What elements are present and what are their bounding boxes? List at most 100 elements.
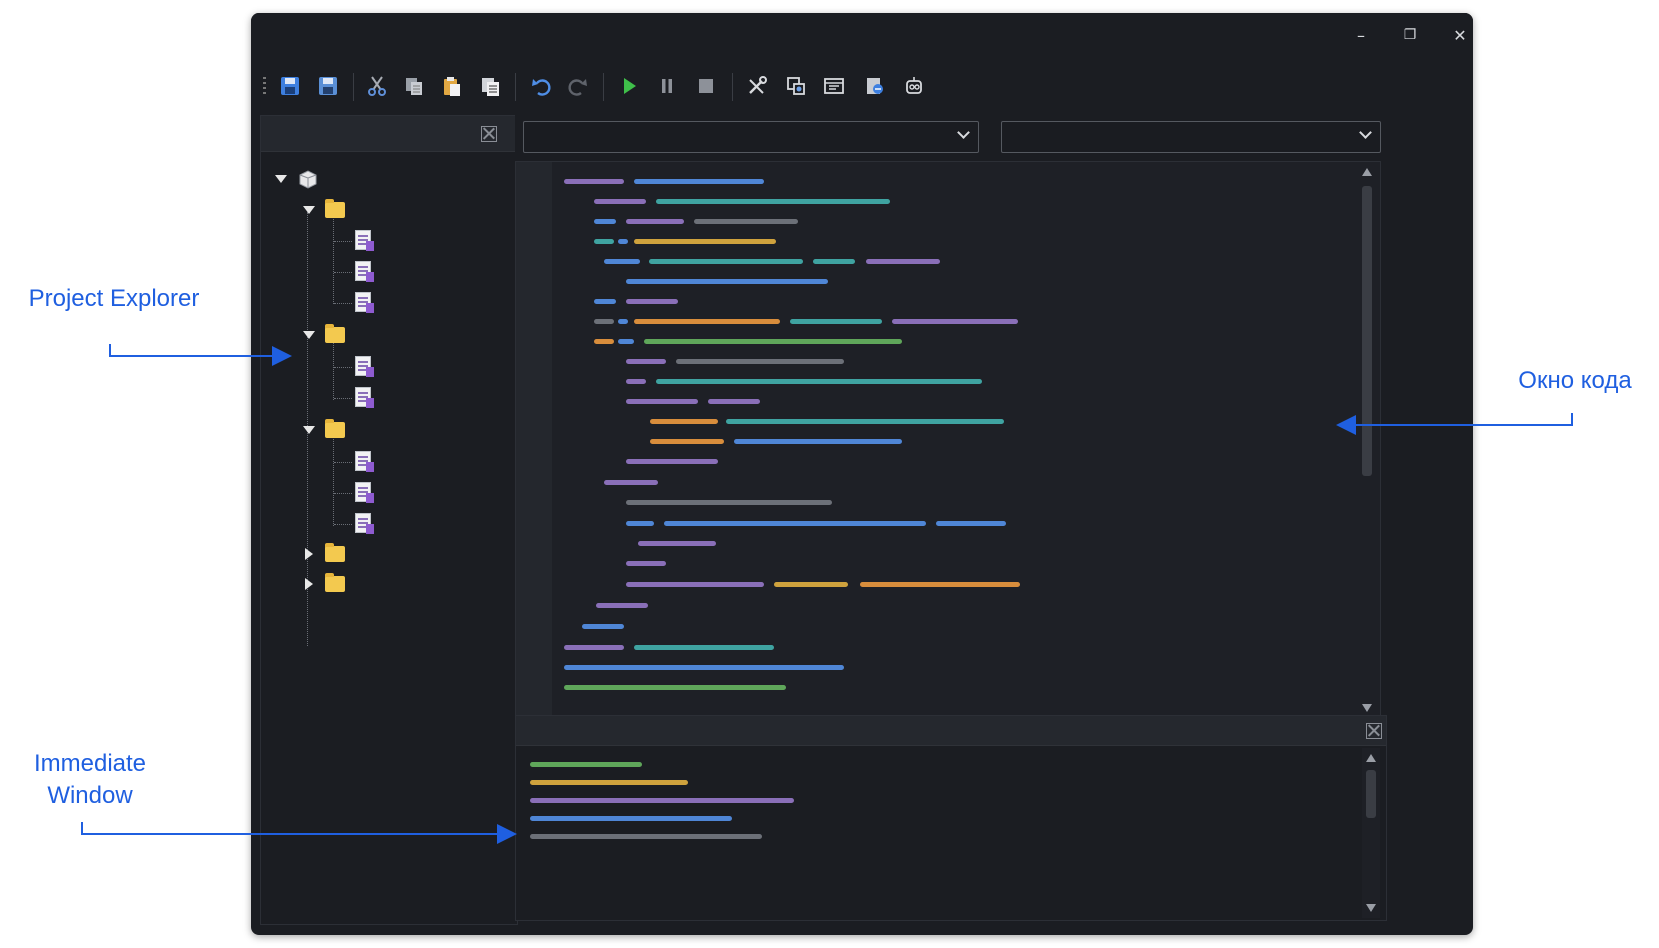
tree-guide [333, 434, 334, 526]
scroll-thumb[interactable] [1362, 186, 1372, 476]
module-node[interactable] [355, 387, 374, 408]
object-dropdown[interactable] [523, 121, 979, 153]
scroll-up-icon[interactable] [1366, 754, 1376, 762]
run-icon[interactable] [616, 73, 642, 99]
procedure-dropdown[interactable] [1001, 121, 1381, 153]
immediate-output-line [530, 762, 642, 767]
scroll-up-icon[interactable] [1362, 168, 1372, 176]
folder-icon [325, 573, 345, 592]
module-node[interactable] [355, 513, 374, 534]
folder-icon [325, 419, 345, 438]
toolbar-grip[interactable] [263, 77, 266, 95]
module-node[interactable] [355, 482, 374, 503]
copy-icon[interactable] [401, 73, 427, 99]
code-token [626, 359, 666, 364]
module-node[interactable] [355, 230, 374, 251]
maximize-button[interactable]: ❐ [1392, 21, 1428, 49]
tree-branch [334, 241, 352, 242]
immediate-output-line [530, 780, 688, 785]
project-root-node[interactable] [275, 168, 319, 190]
vba-editor-window: – ❐ ✕ [251, 13, 1473, 935]
scroll-down-icon[interactable] [1366, 904, 1376, 912]
undo-icon[interactable] [528, 73, 554, 99]
code-token [656, 379, 982, 384]
code-vertical-scrollbar[interactable] [1358, 162, 1376, 718]
collapsed-caret-icon[interactable] [305, 578, 313, 590]
expanded-caret-icon[interactable] [303, 206, 315, 214]
code-token [564, 665, 844, 670]
module-node[interactable] [355, 356, 374, 377]
code-gutter [516, 162, 552, 718]
save-icon[interactable] [277, 73, 303, 99]
close-window-button[interactable]: ✕ [1442, 21, 1473, 49]
folder-node[interactable] [303, 419, 345, 438]
chevron-down-icon[interactable] [1359, 126, 1372, 139]
code-token [650, 419, 718, 424]
immediate-vertical-scrollbar[interactable] [1362, 748, 1380, 918]
close-panel-icon[interactable] [1366, 723, 1382, 739]
code-token [708, 399, 760, 404]
folder-icon [325, 324, 345, 343]
code-token [626, 500, 832, 505]
expanded-caret-icon[interactable] [303, 331, 315, 339]
module-icon [355, 292, 374, 313]
debug-icon[interactable] [901, 73, 927, 99]
chevron-down-icon[interactable] [957, 126, 970, 139]
folder-icon [325, 543, 345, 562]
code-token [634, 179, 764, 184]
properties-icon[interactable] [821, 73, 847, 99]
scroll-thumb[interactable] [1366, 770, 1376, 818]
module-node[interactable] [355, 292, 374, 313]
redo-icon[interactable] [565, 73, 591, 99]
code-token [774, 582, 848, 587]
expanded-caret-icon[interactable] [275, 175, 287, 183]
tools-icon[interactable] [744, 73, 770, 99]
paste-icon[interactable] [439, 73, 465, 99]
code-token [790, 319, 882, 324]
code-token [626, 279, 828, 284]
tree-branch [334, 398, 352, 399]
collapsed-caret-icon[interactable] [305, 548, 313, 560]
code-token [634, 319, 780, 324]
pause-icon[interactable] [654, 73, 680, 99]
folder-icon [325, 199, 345, 218]
immediate-annotation-line2: Window [47, 782, 133, 809]
code-token [664, 521, 926, 526]
minimize-button[interactable]: – [1343, 21, 1379, 49]
module-node[interactable] [355, 451, 374, 472]
close-panel-icon[interactable] [481, 126, 497, 142]
toolbar-separator [732, 73, 733, 101]
code-editor[interactable] [515, 161, 1381, 719]
code-token [618, 319, 628, 324]
module-node[interactable] [355, 261, 374, 282]
scroll-down-icon[interactable] [1362, 704, 1372, 712]
code-token [866, 259, 940, 264]
expanded-caret-icon[interactable] [303, 426, 315, 434]
tree-branch [334, 367, 352, 368]
paste-special-icon[interactable] [477, 73, 503, 99]
folder-node[interactable] [305, 543, 345, 562]
folder-node[interactable] [305, 573, 345, 592]
module-icon [355, 482, 374, 503]
tree-branch [334, 303, 352, 304]
folder-node[interactable] [303, 324, 345, 343]
code-token [634, 239, 776, 244]
toolbar-separator [603, 73, 604, 101]
code-token [626, 299, 678, 304]
code-token [596, 603, 648, 608]
folder-node[interactable] [303, 199, 345, 218]
immediate-output-line [530, 834, 762, 839]
tree-guide [333, 338, 334, 400]
code-token [626, 582, 764, 587]
watch-icon[interactable] [862, 73, 888, 99]
save-all-icon[interactable] [315, 73, 341, 99]
module-icon [355, 513, 374, 534]
module-icon [355, 451, 374, 472]
object-browser-icon[interactable] [783, 73, 809, 99]
code-token [649, 259, 803, 264]
immediate-output-line [530, 816, 732, 821]
stop-icon[interactable] [693, 73, 719, 99]
code-token [860, 582, 1020, 587]
code-token [582, 624, 624, 629]
cut-icon[interactable] [364, 73, 390, 99]
